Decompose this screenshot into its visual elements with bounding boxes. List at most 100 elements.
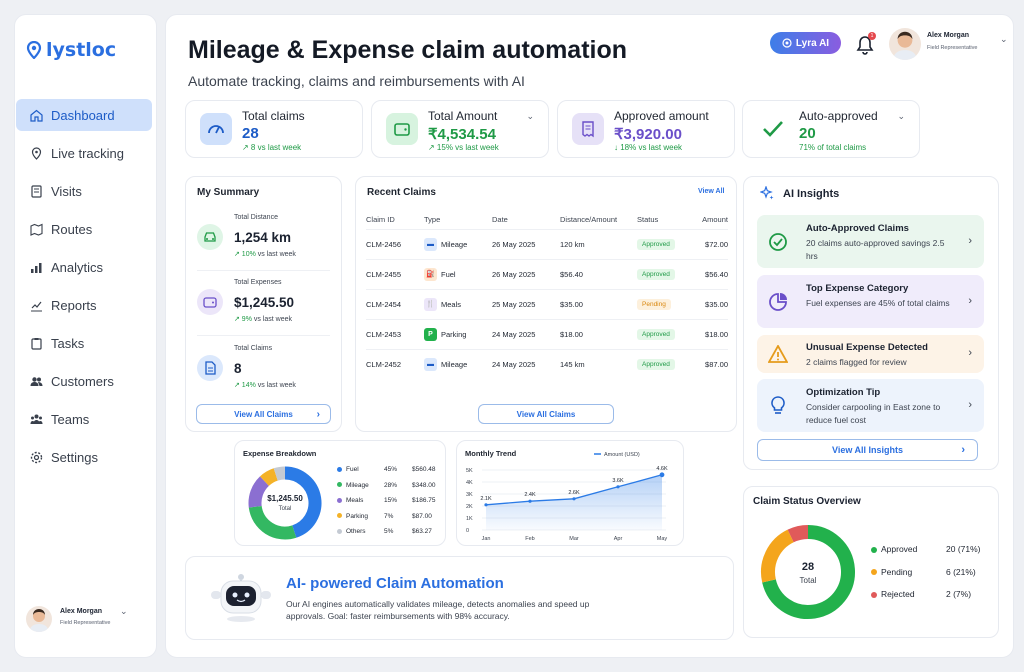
avatar[interactable]: [26, 606, 52, 632]
receipt-icon: [572, 113, 604, 145]
table-row[interactable]: CLM-2454 🍴 Meals 25 May 2025 $35.00 Pending $3…: [366, 288, 728, 319]
summary-change-suffix: vs last week: [257, 251, 296, 258]
page-title: Mileage & Expense claim automation: [188, 36, 628, 64]
insight-item[interactable]: Auto-Approved Claims 20 claims auto-appro…: [757, 215, 984, 268]
notification-badge: 1: [868, 32, 876, 40]
table-row[interactable]: CLM-2455 ⛽ Fuel 26 May 2025 $56.40 Approved $5…: [366, 258, 728, 289]
kpi-card-total-amount[interactable]: Total Amount ₹4,534.54 ↗ 15% vs last week ⌄: [371, 100, 549, 158]
view-all-insights-button[interactable]: View All Insights ›: [757, 439, 978, 461]
kpi-card-approved-amount[interactable]: Approved amount ₹3,920.00 ↓ 18% vs last we…: [557, 100, 735, 158]
parking-icon: P: [424, 327, 437, 341]
report-chart-icon: [31, 301, 42, 311]
summary-change: ↗ 14%: [234, 382, 256, 389]
chevron-right-icon: ›: [316, 408, 320, 420]
view-all-claims-button[interactable]: View All Claims ›: [196, 404, 331, 424]
x-tick-label: Jan: [482, 536, 491, 542]
claim-type: Mileage: [441, 239, 468, 249]
claim-amount: $56.40: [697, 258, 728, 289]
sidebar-item-routes[interactable]: Routes: [16, 213, 152, 245]
chevron-down-icon[interactable]: ⌄: [120, 606, 128, 617]
legend-dot: [337, 513, 342, 519]
header-user-role: Field Representative: [927, 45, 978, 51]
table-row[interactable]: CLM-2456 ▬ Mileage 26 May 2025 120 km Approve…: [366, 228, 728, 259]
table-row[interactable]: CLM-2453 P Parking 24 May 2025 $18.00 Approve…: [366, 318, 728, 349]
summary-change: ↗ 10%: [234, 251, 256, 258]
insight-description: Consider carpooling in East zone to redu…: [806, 402, 941, 425]
divider: [197, 335, 330, 336]
expense-slice[interactable]: [273, 466, 286, 481]
claim-id: CLM-2455: [366, 258, 424, 289]
chevron-down-icon[interactable]: ⌄: [526, 111, 534, 122]
status-badge: Approved: [637, 358, 675, 370]
expense-slice[interactable]: [260, 468, 279, 487]
automation-description: Our AI engines automatically validates m…: [286, 599, 590, 621]
chevron-down-icon[interactable]: ⌄: [897, 111, 905, 122]
trend-point[interactable]: [659, 472, 665, 478]
claim-date: 24 May 2025: [492, 318, 560, 349]
sidebar-item-label: Reports: [51, 297, 97, 313]
header-avatar[interactable]: [889, 28, 921, 60]
sidebar-item-tasks[interactable]: Tasks: [16, 327, 152, 359]
legend-percent: 15%: [384, 497, 398, 504]
claim-amount: $18.00: [697, 318, 728, 349]
view-all-claims-button-secondary[interactable]: View All Claims: [478, 404, 614, 424]
claim-distance: 145 km: [560, 348, 637, 379]
trend-point[interactable]: [572, 497, 576, 501]
status-badge: Approved: [637, 328, 675, 340]
trend-point[interactable]: [528, 499, 532, 503]
lightbulb-icon: [767, 395, 789, 417]
claim-id: CLM-2456: [366, 228, 424, 259]
claim-type: Parking: [441, 329, 467, 339]
claim-date: 25 May 2025: [492, 288, 560, 319]
chevron-right-icon: ›: [968, 347, 972, 359]
sidebar-item-label: Settings: [51, 449, 98, 465]
legend-amount: $560.48: [412, 466, 436, 473]
sidebar-item-live-tracking[interactable]: Live tracking: [16, 137, 152, 169]
brand-name: lystloc: [46, 39, 117, 61]
sidebar-item-analytics[interactable]: Analytics: [16, 251, 152, 283]
chevron-right-icon: ›: [968, 234, 972, 247]
sidebar-item-label: Dashboard: [51, 107, 115, 123]
summary-value: $1,245.50: [234, 295, 295, 310]
table-row[interactable]: CLM-2452 ▬ Mileage 24 May 2025 145 km Approve…: [366, 348, 728, 379]
lyra-ai-button[interactable]: Lyra AI: [770, 32, 841, 54]
column-header: Claim ID: [366, 215, 395, 225]
sidebar-item-reports[interactable]: Reports: [16, 289, 152, 321]
insight-item[interactable]: Optimization Tip Consider carpooling in E…: [757, 379, 984, 432]
data-label: 4.6K: [656, 466, 668, 472]
fuel-icon: ⛽: [424, 267, 437, 281]
legend-label: Parking: [346, 512, 369, 520]
sidebar-item-customers[interactable]: Customers: [16, 365, 152, 397]
robot-icon: [207, 573, 273, 626]
trend-point[interactable]: [484, 503, 488, 507]
sidebar-item-settings[interactable]: Settings: [16, 441, 152, 473]
trend-point[interactable]: [616, 485, 620, 489]
kpi-card-auto-approved[interactable]: Auto-approved 20 71% of total claims ⌄: [742, 100, 920, 158]
view-all-link[interactable]: View All: [698, 188, 724, 195]
sidebar-item-visits[interactable]: Visits: [16, 175, 152, 207]
summary-change-suffix: vs last week: [253, 316, 293, 323]
car-icon: [197, 224, 223, 250]
chevron-down-icon[interactable]: ⌄: [1000, 34, 1008, 45]
insight-title: Unusual Expense Detected: [806, 342, 928, 353]
kpi-change: 71% of total claims: [799, 143, 867, 152]
kpi-card-total-claims[interactable]: Total claims 28 ↗ 8 vs last week: [185, 100, 363, 158]
legend-amount: $186.75: [412, 497, 436, 504]
claim-distance: $35.00: [560, 288, 637, 319]
insight-title: Auto-Approved Claims: [806, 223, 909, 234]
sidebar-user-name: Alex Morgan: [60, 608, 103, 615]
users-icon: [30, 376, 43, 386]
insight-item[interactable]: Top Expense Category Fuel expenses are 45…: [757, 275, 984, 328]
status-slice[interactable]: [761, 529, 795, 583]
legend-dot: [337, 528, 342, 534]
donut-center-value: $1,245.50: [267, 494, 303, 503]
wallet-icon: [197, 289, 223, 315]
x-tick-label: Mar: [569, 536, 579, 542]
y-tick-label: 0: [466, 528, 469, 534]
sidebar-item-teams[interactable]: Teams: [16, 403, 152, 435]
insight-item[interactable]: Unusual Expense Detected 2 claims flagged…: [757, 335, 984, 373]
status-slice[interactable]: [787, 525, 809, 543]
y-tick-label: 2K: [466, 504, 473, 510]
brand-logo[interactable]: lystloc: [26, 39, 116, 61]
sidebar-item-dashboard[interactable]: Dashboard: [16, 99, 152, 131]
